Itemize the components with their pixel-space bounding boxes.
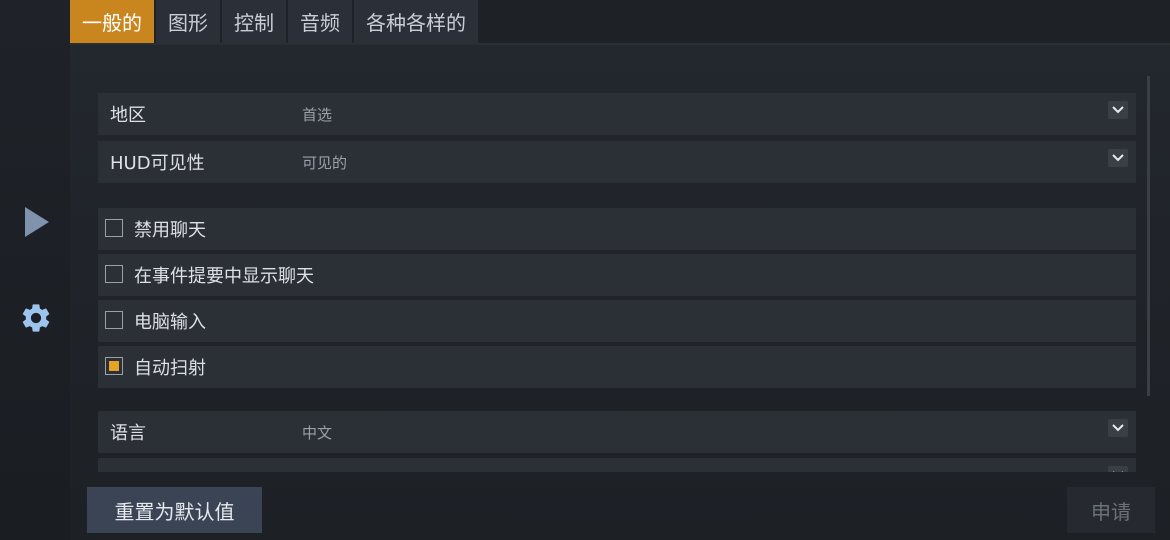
checkbox-show-chat-in-feed[interactable]: 在事件提要中显示聊天 <box>98 254 1136 296</box>
scrollbar[interactable] <box>1147 76 1150 396</box>
tab-bar: 一般的 图形 控制 音频 各种各样的 <box>70 0 480 44</box>
reset-defaults-button[interactable]: 重置为默认值 <box>87 487 262 533</box>
tab-general[interactable]: 一般的 <box>70 0 154 43</box>
checkbox-label: 电脑输入 <box>134 312 206 333</box>
checkbox-label: 禁用聊天 <box>134 220 206 241</box>
checkbox[interactable] <box>105 265 123 283</box>
chevron-down-icon[interactable] <box>1108 101 1128 119</box>
tab-controls[interactable]: 控制 <box>222 0 286 43</box>
chevron-down-icon[interactable] <box>1108 419 1128 437</box>
tab-misc[interactable]: 各种各样的 <box>354 0 478 43</box>
language-label: 语言 <box>110 423 146 444</box>
gear-icon[interactable] <box>18 300 54 336</box>
tab-audio[interactable]: 音频 <box>288 0 352 43</box>
apply-button[interactable]: 申请 <box>1067 487 1155 533</box>
settings-list[interactable]: 地区 首选 HUD可见性 可见的 禁用聊天 在事件提要中显示聊天 电脑输入 自动… <box>98 92 1138 472</box>
checkbox[interactable] <box>105 219 123 237</box>
region-label: 地区 <box>110 105 146 126</box>
chevron-down-icon[interactable] <box>1108 149 1128 167</box>
tab-graphics[interactable]: 图形 <box>156 0 220 43</box>
chevron-down-icon[interactable] <box>1108 466 1128 472</box>
region-dropdown[interactable]: 地区 首选 <box>98 93 1136 135</box>
checkbox[interactable] <box>105 357 123 375</box>
checkbox-pc-input[interactable]: 电脑输入 <box>98 300 1136 342</box>
checkbox-label: 自动扫射 <box>134 358 206 379</box>
partially-visible-dropdown[interactable] <box>98 458 1136 472</box>
play-icon[interactable] <box>18 204 54 240</box>
checkbox-disable-chat[interactable]: 禁用聊天 <box>98 208 1136 250</box>
hud-value: 可见的 <box>302 153 348 172</box>
language-dropdown[interactable]: 语言 中文 <box>98 411 1136 453</box>
hud-visibility-dropdown[interactable]: HUD可见性 可见的 <box>98 141 1136 183</box>
checkbox-label: 在事件提要中显示聊天 <box>134 266 314 287</box>
hud-label: HUD可见性 <box>110 153 205 174</box>
language-value: 中文 <box>302 423 333 442</box>
tab-divider <box>70 43 1170 45</box>
checkbox-auto-fire[interactable]: 自动扫射 <box>98 346 1136 388</box>
checkbox-checked-mark <box>109 361 119 371</box>
checkbox[interactable] <box>105 311 123 329</box>
region-value: 首选 <box>302 105 333 124</box>
left-rail <box>0 0 70 540</box>
